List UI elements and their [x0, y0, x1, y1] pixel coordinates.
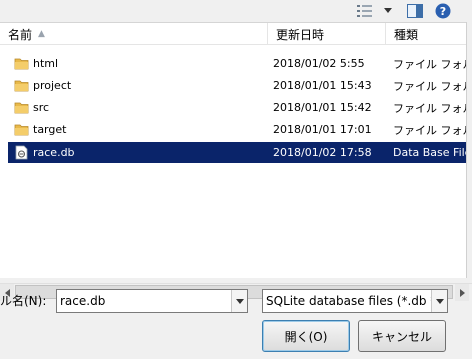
file-row[interactable]: html 2018/01/02 5:55 ファイル フォルダー: [8, 53, 472, 74]
help-icon[interactable]: ?: [434, 2, 452, 19]
file-name: race.db: [33, 146, 75, 159]
chevron-down-icon[interactable]: [431, 290, 447, 312]
cancel-button[interactable]: キャンセル: [358, 320, 446, 352]
file-type: ファイル フォルダー: [393, 57, 472, 71]
filename-combobox[interactable]: [56, 289, 248, 313]
svg-text:?: ?: [440, 5, 446, 18]
file-row[interactable]: src 2018/01/01 15:42 ファイル フォルダー: [8, 97, 472, 118]
file-type-filter-value: SQLite database files (*.db *: [266, 294, 437, 308]
filename-input[interactable]: [60, 293, 228, 309]
column-header-type[interactable]: 種類: [386, 23, 472, 45]
file-list[interactable]: 名前 ▲ 更新日時 種類 html 2018/01/02 5:55 ファイル フ…: [0, 22, 472, 301]
file-row[interactable]: target 2018/01/01 17:01 ファイル フォルダー: [8, 119, 472, 140]
column-header-type-label: 種類: [394, 27, 419, 42]
file-name: src: [33, 101, 50, 114]
scroll-right-icon[interactable]: [455, 284, 469, 301]
open-button[interactable]: 開く(O): [262, 320, 350, 352]
file-type: ファイル フォルダー: [393, 101, 472, 115]
file-date: 2018/01/01 15:42: [273, 101, 372, 114]
column-headers: 名前 ▲ 更新日時 種類: [0, 23, 472, 45]
vertical-scrollbar-edge: [466, 22, 472, 278]
file-name: project: [33, 79, 72, 92]
database-file-icon: [14, 145, 29, 160]
file-name: target: [33, 123, 67, 136]
file-date: 2018/01/01 15:43: [273, 79, 372, 92]
file-type: ファイル フォルダー: [393, 123, 472, 137]
sort-ascending-icon: ▲: [38, 29, 45, 39]
file-name: html: [33, 57, 59, 70]
column-header-name[interactable]: 名前 ▲: [0, 23, 268, 45]
folder-icon: [14, 56, 29, 71]
preview-pane-icon[interactable]: [406, 2, 424, 19]
chevron-down-icon[interactable]: [231, 290, 247, 312]
folder-icon: [14, 78, 29, 93]
column-header-name-label: 名前: [8, 27, 33, 42]
chevron-down-icon[interactable]: [382, 2, 394, 19]
file-row-selected[interactable]: race.db 2018/01/02 17:58 Data Base File: [8, 142, 472, 163]
file-row[interactable]: project 2018/01/01 15:43 ファイル フォルダー: [8, 75, 472, 96]
file-type-filter[interactable]: SQLite database files (*.db *: [262, 289, 448, 313]
column-header-date[interactable]: 更新日時: [268, 23, 386, 45]
file-date: 2018/01/02 5:55: [273, 57, 365, 70]
views-icon[interactable]: [356, 2, 374, 19]
file-date: 2018/01/01 17:01: [273, 123, 372, 136]
file-date: 2018/01/02 17:58: [273, 146, 372, 159]
file-type: Data Base File: [393, 146, 472, 159]
folder-icon: [14, 122, 29, 137]
toolbar: ?: [0, 0, 472, 22]
folder-icon: [14, 100, 29, 115]
file-type: ファイル フォルダー: [393, 79, 472, 93]
column-header-date-label: 更新日時: [276, 27, 325, 42]
filename-label: ル名(N):: [0, 294, 47, 308]
